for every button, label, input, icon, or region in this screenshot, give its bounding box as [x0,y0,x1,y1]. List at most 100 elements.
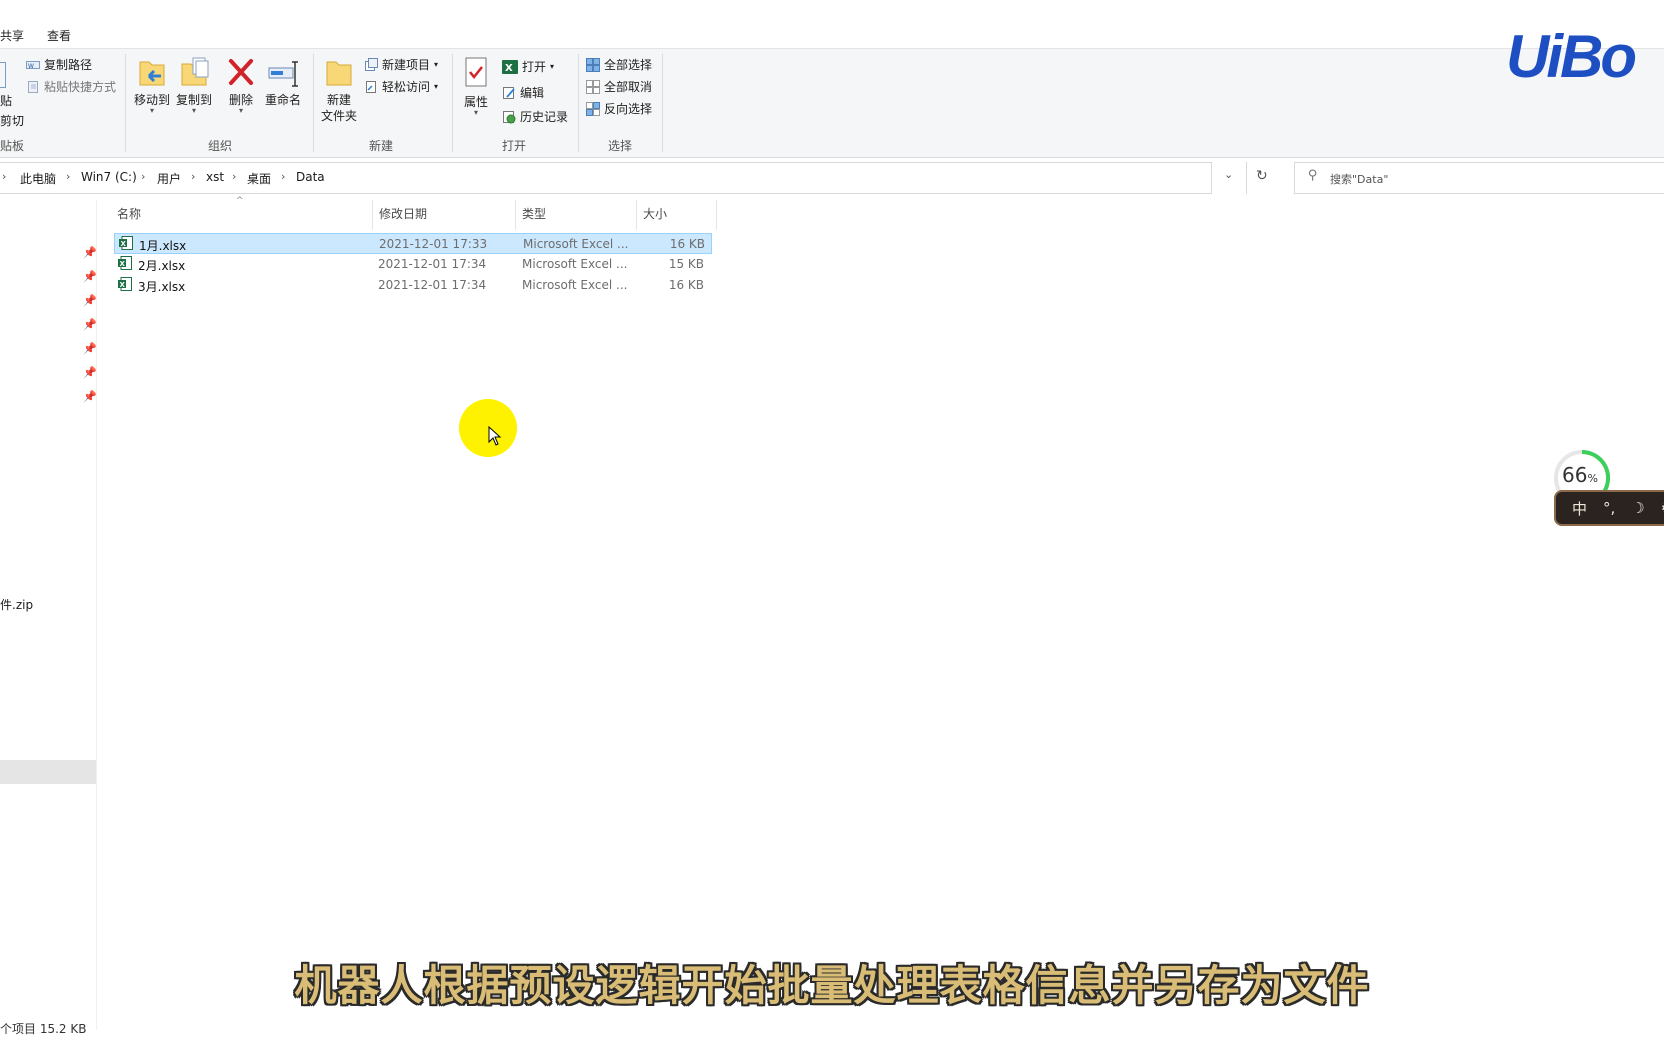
column-divider[interactable] [636,200,637,230]
new-folder-label-1: 新建 [326,93,351,107]
sort-up-icon: ^ [236,196,244,206]
new-item-button[interactable]: 新建项目 ▾ [364,56,438,73]
easy-access-button[interactable]: 轻松访问 ▾ [364,78,438,95]
breadcrumb-user[interactable]: xst [206,170,224,184]
ribbon-divider [313,54,314,152]
new-folder-button[interactable]: 新建 文件夹 [318,56,360,124]
group-label-select: 选择 [608,139,633,153]
column-header-date[interactable]: 修改日期 [379,205,427,222]
breadcrumb-this-pc[interactable]: 此电脑 [20,170,56,187]
svg-text:X: X [120,281,126,289]
select-all-icon [586,57,600,72]
column-divider[interactable] [372,200,373,230]
breadcrumb-desktop[interactable]: 桌面 [247,170,271,187]
chevron-right-icon: › [141,170,146,183]
address-divider [1246,162,1247,194]
nav-item-selected[interactable] [0,760,96,784]
ime-chinese-mode[interactable]: 中 [1572,498,1587,519]
history-button[interactable]: 历史记录 [502,108,568,125]
file-type: Microsoft Excel ... [523,237,629,251]
invert-selection-button[interactable]: 反向选择 [586,100,652,117]
column-divider[interactable] [515,200,516,230]
easy-access-icon [366,80,376,93]
group-label-clipboard: 贴板 [0,139,25,153]
tab-view[interactable]: 查看 [47,27,71,44]
moon-icon[interactable]: ☽ [1631,499,1644,517]
status-bar-text: 个项目 15.2 KB [0,1022,87,1036]
delete-icon [229,59,253,85]
cut-button[interactable]: 剪切 [0,112,24,129]
paste-shortcut-label: 粘贴快捷方式 [44,80,117,94]
rename-label: 重命名 [264,93,301,107]
breadcrumb-users[interactable]: 用户 [157,170,181,187]
move-to-button[interactable]: 移动到 ▾ [130,56,174,115]
group-label-new: 新建 [369,139,394,153]
chevron-down-icon: ▾ [434,82,439,91]
file-type: Microsoft Excel ... [522,257,628,271]
pin-icon[interactable]: 📌 [83,270,97,283]
paste-shortcut-button[interactable]: 粘贴快捷方式 [26,78,116,95]
chevron-right-icon: › [232,170,237,183]
chevron-down-icon: ▾ [191,106,196,115]
chevron-right-icon: › [2,170,7,183]
copy-to-button[interactable]: 复制到 ▾ [172,56,216,115]
paste-shortcut-icon [28,80,38,93]
file-name: 3月.xlsx [138,280,186,294]
pin-icon[interactable]: 📌 [83,342,97,355]
pin-icon[interactable]: 📌 [83,318,97,331]
paste-icon [0,62,6,88]
open-button[interactable]: X 打开 ▾ [502,58,554,75]
select-none-button[interactable]: 全部取消 [586,78,652,95]
file-name: 2月.xlsx [138,259,186,273]
search-icon: ⚲ [1308,168,1318,183]
pin-icon[interactable]: 📌 [83,294,97,307]
address-bar[interactable] [0,162,1212,194]
copy-path-button[interactable]: W 复制路径 [26,56,92,73]
new-item-icon [365,57,378,71]
svg-text:W: W [28,63,34,70]
invert-selection-label: 反向选择 [604,102,653,116]
ribbon-divider [578,54,579,152]
gauge-number: 66 [1562,463,1588,487]
edit-icon [503,86,515,99]
refresh-icon[interactable]: ↻ [1256,168,1268,184]
copy-to-icon [181,57,209,86]
pin-icon[interactable]: 📌 [83,246,97,259]
ime-toolbar[interactable]: 中 °, ☽ ⚙ [1554,490,1664,526]
rename-button[interactable]: 重命名 [260,56,306,108]
nav-item-zip[interactable]: 件.zip [0,596,33,613]
pin-icon[interactable]: 📌 [83,366,97,379]
tab-share[interactable]: 共享 [0,27,24,44]
group-label-organize: 组织 [208,139,233,153]
ribbon-divider [662,54,663,152]
delete-button[interactable]: 删除 ▾ [223,56,259,115]
open-label: 打开 [522,60,547,74]
excel-file-icon: X [119,236,133,250]
chevron-down-icon: ▾ [550,62,555,71]
select-all-button[interactable]: 全部选择 [586,56,652,73]
address-dropdown-icon[interactable]: ⌄ [1224,168,1233,181]
ime-punctuation[interactable]: °, [1603,499,1615,517]
breadcrumb-drive[interactable]: Win7 (C:) [81,170,137,184]
chevron-right-icon: › [281,170,286,183]
copy-path-label: 复制路径 [44,58,93,72]
chevron-down-icon: ▾ [473,108,478,117]
table-row[interactable]: X 1月.xlsx 2021-12-01 17:33 Microsoft Exc… [114,233,712,254]
new-folder-label-2: 文件夹 [320,109,357,123]
column-header-size[interactable]: 大小 [643,205,667,222]
edit-button[interactable]: 编辑 [502,84,544,101]
table-row[interactable]: X 3月.xlsx 2021-12-01 17:34 Microsoft Exc… [114,275,712,296]
excel-icon: X [502,59,518,74]
select-none-icon [586,79,600,94]
table-row[interactable]: X 2月.xlsx 2021-12-01 17:34 Microsoft Exc… [114,254,712,275]
history-label: 历史记录 [520,110,569,124]
paste-label[interactable]: 贴 [0,92,12,109]
column-header-type[interactable]: 类型 [522,205,546,222]
column-header-name[interactable]: 名称 [117,205,141,222]
excel-file-icon: X [118,256,132,270]
breadcrumb-data[interactable]: Data [296,170,325,184]
properties-button[interactable]: 属性 ▾ [458,56,494,117]
pin-icon[interactable]: 📌 [83,390,97,403]
column-divider[interactable] [716,200,717,230]
copy-path-icon: W [26,60,40,70]
